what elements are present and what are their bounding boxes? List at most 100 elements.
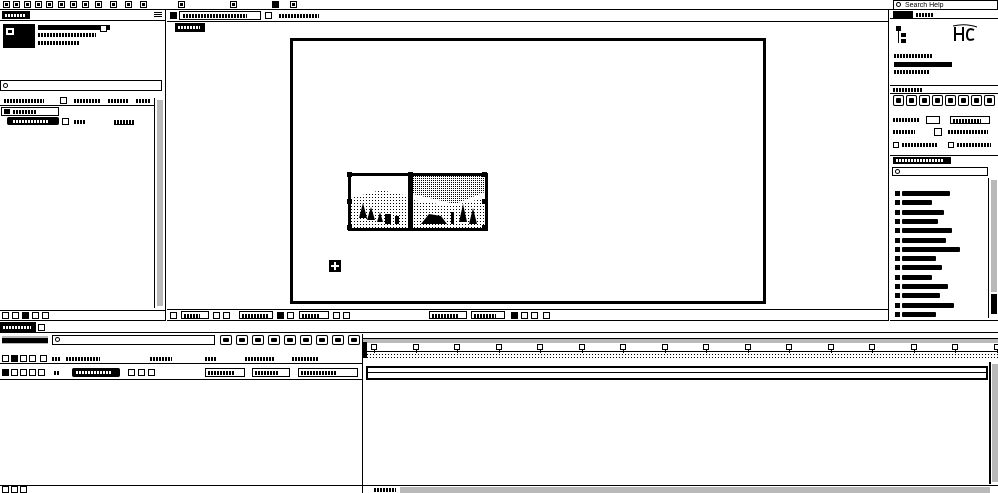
effects-category-item[interactable] [892,311,986,319]
composition-frame[interactable] [290,38,766,304]
modes-toggle-icon[interactable] [11,486,18,493]
audio-icon[interactable] [11,355,18,362]
show-channel-icon[interactable] [287,312,294,319]
magnification-dropdown[interactable] [181,311,209,319]
effects-category-item[interactable] [892,292,986,300]
work-area-bar[interactable] [363,339,998,343]
av-features-icon[interactable] [2,355,9,362]
collapse-switch-icon[interactable] [138,369,145,376]
shy-icon[interactable] [252,335,264,345]
timeline-scrollbar[interactable] [989,362,998,484]
layer-duration-bar[interactable] [366,366,988,380]
transform-handle[interactable] [408,172,413,177]
puppet-tool-icon[interactable] [230,1,237,8]
mute-icon[interactable] [958,95,969,106]
timeline-search-input[interactable] [52,335,215,345]
new-composition-icon[interactable] [22,312,29,319]
first-frame-icon[interactable] [893,95,904,106]
preview-dropdown[interactable] [926,116,940,124]
shy-switch-icon[interactable] [128,369,135,376]
label-color-icon[interactable] [38,369,45,376]
ram-preview-icon[interactable] [984,95,995,106]
previous-frame-icon[interactable] [906,95,917,106]
mask-visibility-icon[interactable] [223,312,230,319]
column-header-name[interactable] [4,99,44,103]
column-header-parent[interactable] [292,357,318,361]
track-matte-dropdown[interactable] [252,368,290,377]
quality-switch-icon[interactable] [148,369,155,376]
preview-checkbox[interactable] [934,128,942,136]
transform-handle[interactable] [408,225,413,230]
project-tab[interactable] [2,11,30,19]
effects-category-item[interactable] [892,237,986,245]
effects-category-item[interactable] [892,227,986,235]
selection-tool-icon[interactable] [3,1,10,8]
exposure-icon[interactable] [543,312,550,319]
flowchart-icon[interactable] [531,312,538,319]
scrollbar-thumb[interactable] [991,294,997,314]
parent-dropdown[interactable] [298,368,358,377]
label-color-icon[interactable] [62,118,69,125]
frame-blending-icon[interactable] [268,335,280,345]
effects-category-item[interactable] [892,218,986,226]
column-header-duration[interactable] [136,99,150,103]
column-header-number[interactable] [52,357,60,361]
in-out-toggle-icon[interactable] [20,486,27,493]
stroke-swatch-icon[interactable] [290,1,297,8]
effects-category-item[interactable] [892,209,986,217]
new-folder-icon[interactable] [12,312,19,319]
hand-tool-icon[interactable] [13,1,20,8]
preview-checkbox[interactable] [893,142,899,148]
column-header-size[interactable] [108,99,128,103]
rectangle-tool-icon[interactable] [70,1,77,8]
label-icon[interactable] [40,355,47,362]
type-tool-icon[interactable] [95,1,102,8]
lock-icon[interactable] [29,369,36,376]
transform-handle[interactable] [482,225,487,230]
brainstorm-icon[interactable] [300,335,312,345]
lock-icon[interactable] [170,12,177,19]
color-depth-icon[interactable] [32,312,39,319]
label-column-icon[interactable] [60,97,67,104]
effects-scrollbar[interactable] [988,178,998,318]
close-icon[interactable] [265,12,272,19]
zoom-slider[interactable] [400,487,990,493]
project-item-row[interactable] [1,107,59,116]
effects-category-item[interactable] [892,283,986,291]
delete-icon[interactable] [42,312,49,319]
camera-view-dropdown[interactable] [429,311,467,319]
column-header-source-name[interactable] [66,357,100,361]
effects-category-item[interactable] [892,264,986,272]
layer-name[interactable] [72,368,120,377]
column-header-mode[interactable] [205,357,217,361]
effects-category-item[interactable] [892,274,986,282]
transform-handle[interactable] [347,172,352,177]
next-frame-icon[interactable] [932,95,943,106]
rotation-tool-icon[interactable] [35,1,42,8]
effects-category-item[interactable] [892,199,986,207]
eye-icon[interactable] [2,369,9,376]
mini-flowchart-icon[interactable] [220,335,232,345]
close-icon[interactable] [38,324,45,331]
lock-icon[interactable] [29,355,36,362]
view-layout-dropdown[interactable] [471,311,505,319]
column-header-type[interactable] [74,99,100,103]
effects-search-input[interactable] [892,167,988,176]
current-time-display[interactable] [2,336,48,344]
audio-tab[interactable] [916,13,934,17]
preview-field[interactable] [950,116,990,124]
effects-category-item[interactable] [892,190,986,198]
transform-handle[interactable] [482,172,487,177]
pen-tool-icon[interactable] [82,1,89,8]
composition-name-subtab[interactable] [175,23,205,32]
play-icon[interactable] [919,95,930,106]
transparency-grid-icon[interactable] [343,312,350,319]
resolution-dropdown[interactable] [299,311,329,319]
last-frame-icon[interactable] [945,95,956,106]
effects-category-item[interactable] [892,302,986,310]
motion-blur-icon[interactable] [284,335,296,345]
preview-checkbox[interactable] [948,142,954,148]
eraser-tool-icon[interactable] [140,1,147,8]
loop-icon[interactable] [971,95,982,106]
graph-editor-icon[interactable] [332,335,344,345]
